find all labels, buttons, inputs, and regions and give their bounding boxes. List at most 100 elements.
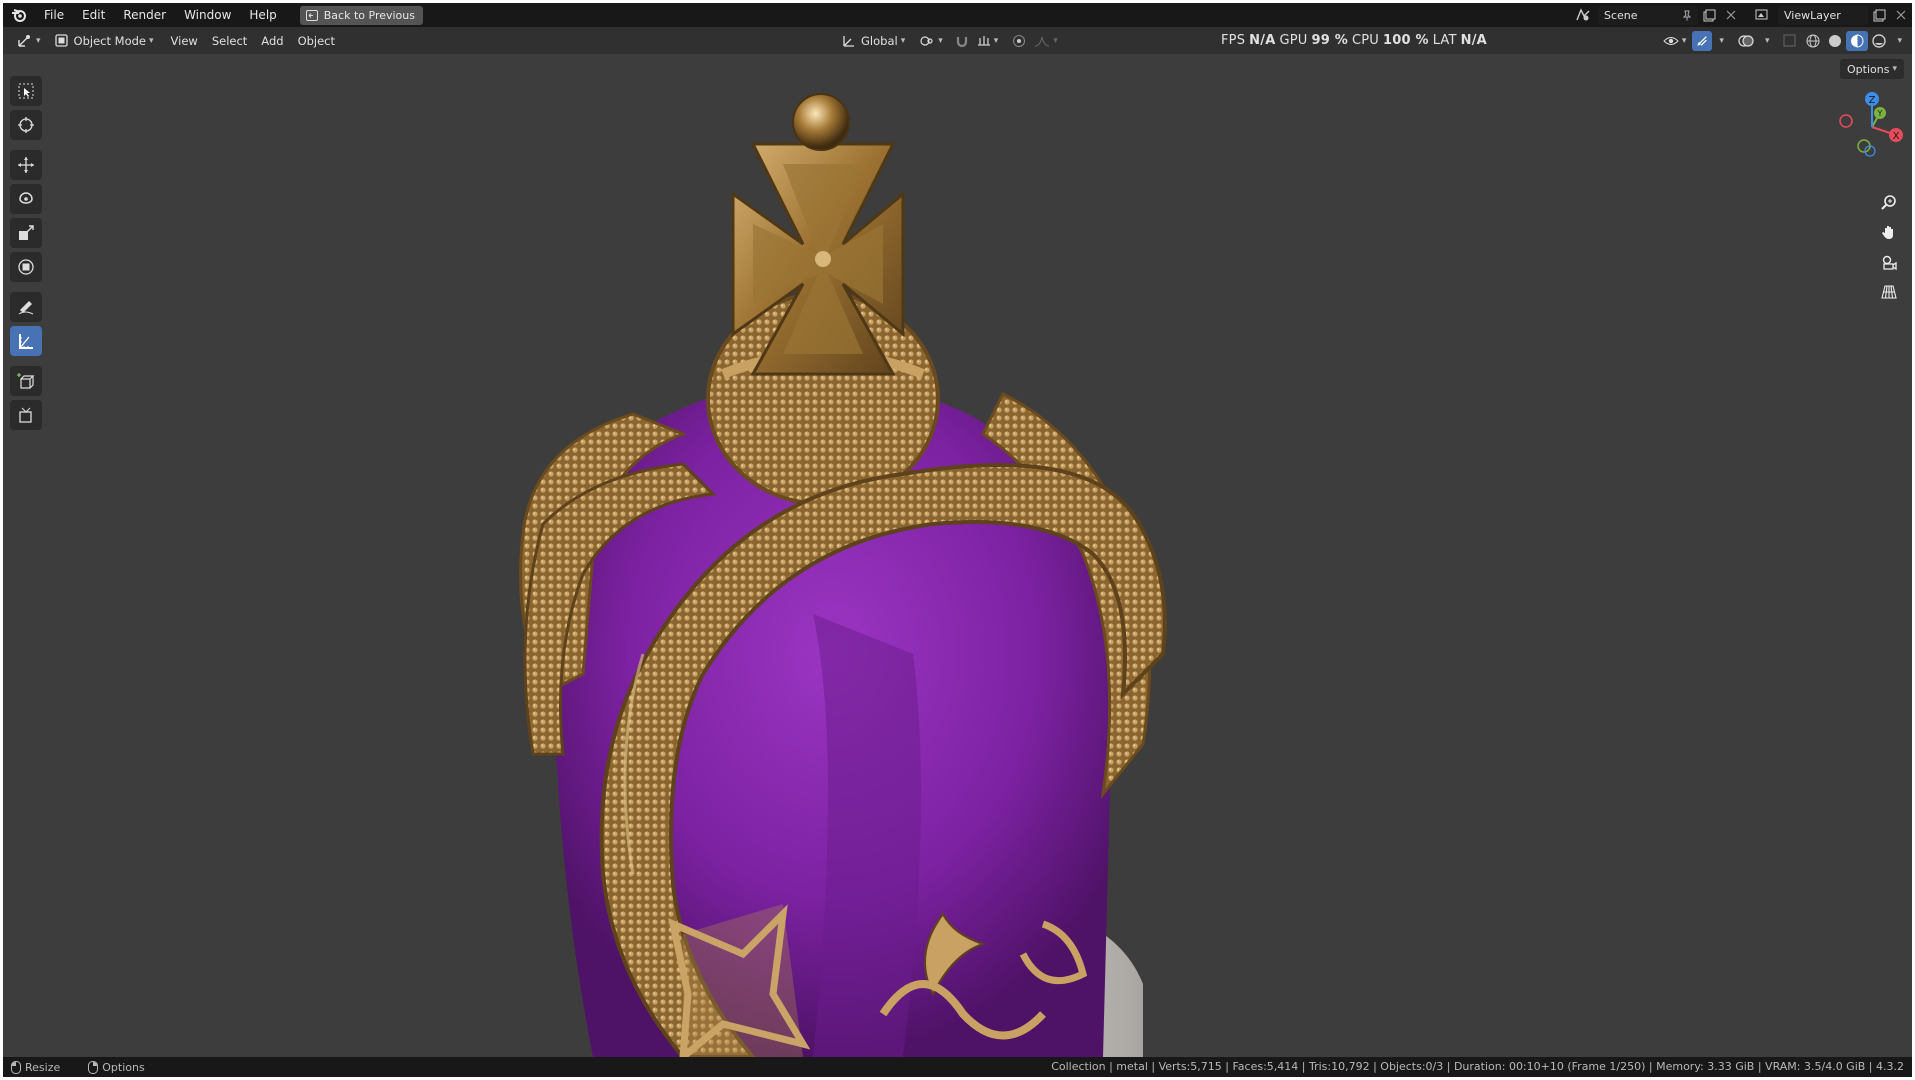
crosshair-cursor-icon [18,117,34,133]
new-view-layer-icon[interactable] [1868,6,1890,25]
scene-statistics: Collection | metal | Verts:5,715 | Faces… [1051,1060,1904,1073]
blender-window: File Edit Render Window Help Back to Pre… [3,3,1912,1077]
fps-label: FPS [1221,33,1246,48]
shading-solid-button[interactable] [1824,31,1846,51]
chevron-down-icon: ▾ [938,35,943,46]
chevron-down-icon: ▾ [1897,35,1902,46]
camera-view-button[interactable] [1876,249,1902,275]
move-tool[interactable] [10,150,42,180]
annotate-tool[interactable] [10,292,42,322]
zoom-button[interactable] [1876,189,1902,215]
object-box-icon [19,407,32,423]
header-menu-object[interactable]: Object [291,34,342,48]
pencil-icon [18,301,34,315]
mode-dropdown[interactable]: Object Mode ▾ [51,31,158,51]
scene-selector-icon[interactable] [1572,6,1594,25]
menu-render[interactable]: Render [114,3,175,27]
pivot-dropdown[interactable]: ▾ [915,31,947,51]
chevron-down-icon: ▾ [900,35,906,46]
viewport-options-button[interactable]: Options ▾ [1840,59,1904,79]
status-options-label: Options [102,1060,145,1074]
back-to-previous-button[interactable]: Back to Previous [299,5,423,25]
select-box-tool[interactable] [10,76,42,106]
orientation-dropdown[interactable]: Global ▾ [838,31,909,51]
snap-target-dropdown[interactable]: ▾ [973,31,1003,51]
3d-viewport[interactable]: Options ▾ X Y Z [3,54,1912,1057]
header-menu-view[interactable]: View [164,34,205,48]
editor-type-dropdown[interactable]: ▾ [13,31,45,51]
header-menu-select[interactable]: Select [205,34,254,48]
material-sphere-icon [1851,33,1864,48]
viewport-display-controls: ▾ ▾ ▾ ▾ [1659,27,1906,54]
cursor-tool[interactable] [10,110,42,140]
gizmo-x-label: X [1893,131,1900,142]
shading-material-button[interactable] [1846,30,1869,51]
transform-tool[interactable] [10,252,42,282]
visibility-dropdown[interactable]: ▾ [1659,31,1691,51]
measure-tool[interactable] [10,326,42,356]
camera-icon [1882,255,1897,270]
rotate-tool[interactable] [10,184,42,214]
cpu-label: CPU [1351,33,1379,48]
chevron-down-icon: ▾ [1892,64,1897,74]
add-cube-tool[interactable] [10,366,42,396]
chevron-down-icon: ▾ [148,35,154,46]
header-menu-add[interactable]: Add [254,34,290,48]
mouse-left-icon [11,1060,21,1074]
falloff-curve-icon [1035,36,1050,46]
ruler-icon [19,334,33,349]
menu-help[interactable]: Help [240,3,285,27]
falloff-dropdown[interactable]: ▾ [1030,31,1062,51]
performance-stats: FPS N/A GPU 99 % CPU 100 % LAT N/A [1221,27,1491,54]
object-mode-icon [54,34,68,47]
menu-file[interactable]: File [35,3,73,27]
rendered-sphere-icon [1872,33,1887,48]
view-layer-name: ViewLayer [1784,8,1841,22]
status-options-hint: Options [88,1060,158,1074]
pan-button[interactable] [1876,219,1902,245]
perspective-toggle-button[interactable] [1876,279,1902,305]
gizmo-toggle[interactable] [1692,30,1713,51]
grid-perspective-icon [1881,285,1897,299]
new-scene-icon[interactable] [1698,6,1720,25]
magnet-icon [956,36,967,47]
pin-icon[interactable] [1682,10,1692,21]
overlays-dropdown[interactable]: ▾ [1758,31,1774,51]
overlays-toggle[interactable] [1734,31,1758,51]
gizmo-icon [1697,35,1708,46]
chevron-down-icon: ▾ [36,35,41,46]
blender-logo-icon[interactable] [3,3,35,27]
shading-wireframe-button[interactable] [1802,31,1824,51]
proportional-editing-toggle[interactable] [1008,31,1030,51]
chevron-down-icon: ▾ [1719,35,1724,46]
lat-label: LAT [1432,33,1457,48]
shading-dropdown[interactable]: ▾ [1890,31,1906,51]
navigation-buttons [1876,189,1902,309]
menu-window[interactable]: Window [175,3,240,27]
navigation-gizmo[interactable]: X Y Z [1834,89,1904,159]
view-layer-selector-icon[interactable] [1752,6,1774,25]
xray-toggle[interactable] [1779,31,1800,51]
pivot-point-icon [920,35,933,46]
move-arrows-icon [18,157,34,173]
lat-value: N/A [1460,33,1487,48]
delete-view-layer-icon[interactable] [1890,6,1912,25]
chevron-down-icon: ▾ [1681,35,1687,46]
object-tool[interactable] [10,400,42,430]
proportional-edit-icon [1013,34,1026,47]
gpu-value: 99 % [1311,33,1348,48]
workspace-controls: Scene ViewLayer [1572,3,1912,27]
menu-edit[interactable]: Edit [73,3,114,27]
gizmo-dropdown[interactable]: ▾ [1712,31,1728,51]
view-layer-field[interactable]: ViewLayer [1778,5,1868,25]
scene-field[interactable]: Scene [1598,5,1698,25]
scale-tool[interactable] [10,218,42,248]
delete-scene-icon[interactable] [1720,6,1742,25]
crown-model[interactable] [483,54,1223,1057]
options-label: Options [1847,62,1890,76]
rotate-icon [19,192,33,204]
snap-toggle[interactable] [951,31,973,51]
add-cube-icon [17,373,35,389]
shading-rendered-button[interactable] [1868,31,1890,51]
fps-value: N/A [1249,33,1276,48]
